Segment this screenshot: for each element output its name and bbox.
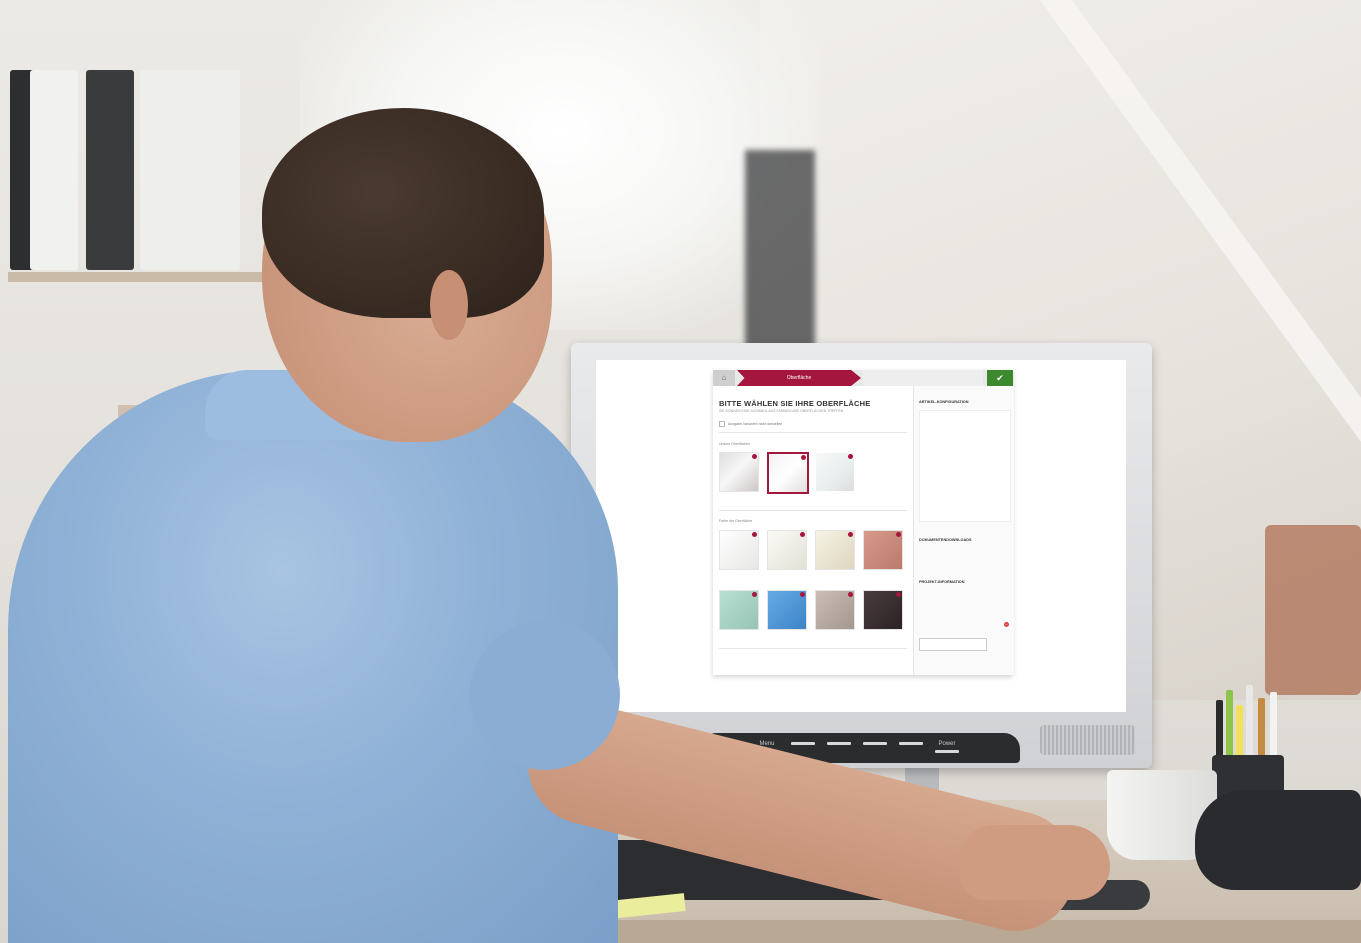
bookshelf: [8, 272, 278, 282]
shirt-sleeve: [470, 620, 620, 770]
color-tile[interactable]: [863, 530, 903, 570]
monitor-button[interactable]: [863, 740, 887, 753]
person-ear: [430, 270, 468, 340]
checkbox-icon[interactable]: [719, 421, 725, 427]
sidebar: ARTIKEL-KONFIGURATION DOKUMENTENDOWNLOAD…: [913, 386, 1014, 675]
step-active[interactable]: Oberfläche: [737, 370, 861, 386]
docs-title: DOKUMENTENDOWNLOADS: [919, 538, 972, 542]
home-icon[interactable]: ⌂: [713, 370, 735, 386]
project-title: PROJEKT-INFORMATION: [919, 580, 965, 584]
binder: [86, 70, 134, 270]
page-title: BITTE WÄHLEN SIE IHRE OBERFLÄCHE: [719, 399, 871, 408]
surface-tile-selected[interactable]: [767, 452, 809, 494]
progress-stepper: ⌂ Oberfläche ✔: [713, 370, 1013, 386]
divider: [719, 510, 907, 511]
monitor-button[interactable]: Power: [935, 740, 959, 753]
variant-checkbox[interactable]: Ausgabe-Varianten nicht darstellen: [719, 421, 782, 427]
monitor-screen: ⌂ Oberfläche ✔ BITTE WÄHLEN SIE IHRE OBE…: [596, 360, 1126, 712]
info-icon[interactable]: [801, 455, 806, 460]
section-label-surfaces: Unsere Oberflächen: [719, 442, 751, 446]
info-icon[interactable]: [896, 532, 901, 537]
checkbox-label: Ausgabe-Varianten nicht darstellen: [728, 421, 783, 426]
info-icon[interactable]: [800, 532, 805, 537]
desk-phone: [1195, 790, 1361, 890]
background-column: [745, 150, 815, 360]
binder: [140, 70, 240, 270]
step-next[interactable]: [863, 370, 983, 386]
info-icon[interactable]: [752, 532, 757, 537]
speaker-grille: [1040, 725, 1135, 755]
info-icon[interactable]: [848, 592, 853, 597]
remove-icon[interactable]: −: [1004, 622, 1009, 627]
monitor-button[interactable]: [899, 740, 923, 753]
info-icon[interactable]: [896, 592, 901, 597]
config-preview: [919, 410, 1011, 522]
divider: [719, 648, 907, 649]
info-icon[interactable]: [848, 454, 853, 459]
check-icon[interactable]: ✔: [987, 370, 1013, 386]
monitor-button[interactable]: [791, 740, 815, 753]
info-icon[interactable]: [752, 454, 757, 459]
info-icon[interactable]: [848, 532, 853, 537]
color-tile[interactable]: [719, 590, 759, 630]
binder: [30, 70, 78, 270]
section-label-colors: Farbe der Oberfläche: [719, 519, 753, 523]
monitor-button[interactable]: [827, 740, 851, 753]
color-tile[interactable]: [815, 530, 855, 570]
color-tile[interactable]: [815, 590, 855, 630]
color-tile[interactable]: [719, 530, 759, 570]
main-panel: BITTE WÄHLEN SIE IHRE OBERFLÄCHE SIE KÖN…: [713, 386, 913, 675]
surface-tile[interactable]: [719, 452, 759, 492]
divider: [719, 432, 907, 433]
info-icon[interactable]: [800, 592, 805, 597]
color-tile[interactable]: [767, 590, 807, 630]
background-box: [1265, 525, 1361, 695]
config-title: ARTIKEL-KONFIGURATION: [919, 400, 969, 404]
color-tile[interactable]: [767, 530, 807, 570]
color-tile[interactable]: [863, 590, 903, 630]
surface-tile[interactable]: [815, 452, 855, 492]
person-hair: [262, 108, 544, 318]
person-hand: [960, 825, 1110, 900]
cta-button[interactable]: [919, 638, 987, 651]
photo-scene: Menu Power ⌂ Oberfläche ✔ BITTE WÄHLEN S…: [0, 0, 1361, 943]
pen-holder: [1208, 680, 1298, 760]
configurator-app: ⌂ Oberfläche ✔ BITTE WÄHLEN SIE IHRE OBE…: [713, 370, 1014, 675]
info-icon[interactable]: [752, 592, 757, 597]
page-subtitle: SIE KÖNNEN EINE AUSWAHL AUS FARBEN UND O…: [719, 409, 844, 413]
